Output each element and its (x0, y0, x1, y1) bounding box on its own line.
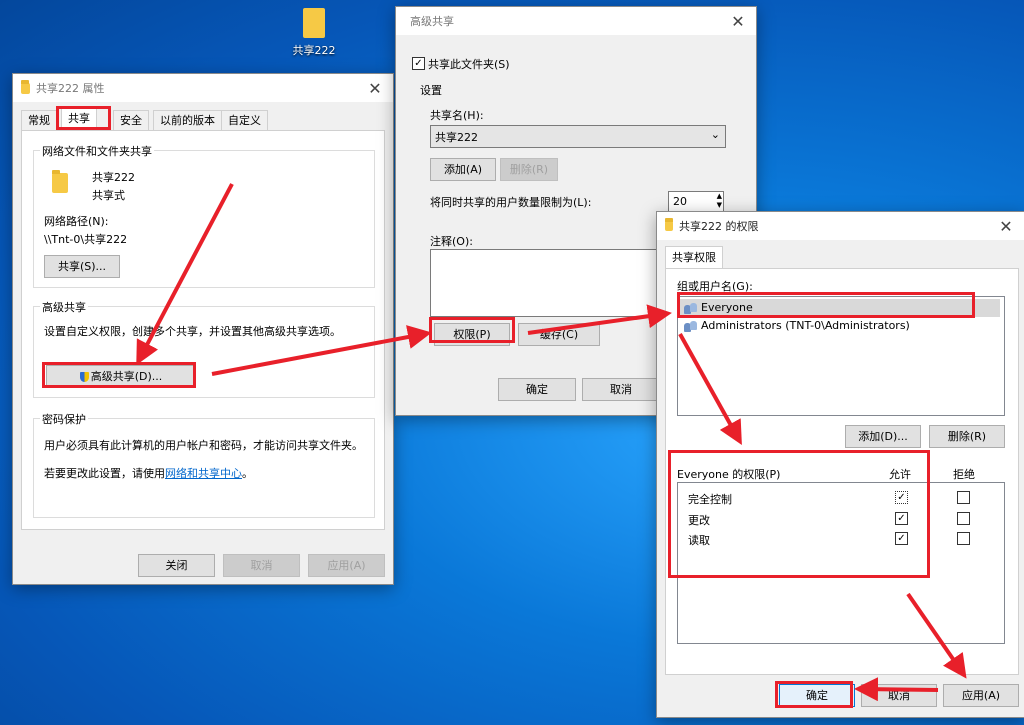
share-button[interactable]: 共享(S)... (44, 255, 120, 278)
tab-general[interactable]: 常规 (21, 110, 57, 131)
cancel-button[interactable]: 取消 (223, 554, 300, 577)
network-center-link[interactable]: 网络和共享中心 (165, 467, 242, 480)
share-name-select[interactable]: 共享222 ⌄ (430, 125, 726, 148)
deny-header: 拒绝 (953, 468, 975, 481)
share-name: 共享222 (92, 171, 135, 184)
highlight-sharing-tab (56, 106, 111, 130)
cache-button[interactable]: 缓存(C) (518, 323, 600, 346)
folder-icon (21, 79, 30, 94)
highlight-ok-button (775, 681, 853, 708)
password-desc: 用户必须具有此计算机的用户帐户和密码，才能访问共享文件夹。 (44, 439, 363, 452)
advanced-titlebar: 高级共享 ✕ (396, 7, 756, 35)
tab-previous-versions[interactable]: 以前的版本 (153, 110, 222, 131)
password-group-title: 密码保护 (40, 411, 88, 427)
close-icon[interactable]: ✕ (728, 12, 748, 31)
cancel-button[interactable]: 取消 (582, 378, 660, 401)
add-user-button[interactable]: 添加(D)... (845, 425, 921, 448)
permissions-title: 共享222 的权限 (679, 220, 759, 233)
list-item[interactable]: Administrators (TNT-0\Administrators) (680, 317, 1000, 335)
comment-label: 注释(O): (430, 235, 473, 248)
limit-value: 20 (673, 195, 687, 208)
highlight-permission-grid (668, 450, 930, 578)
share-folder-checkbox[interactable]: ✓ (412, 57, 425, 70)
highlight-everyone (677, 292, 975, 318)
apply-button[interactable]: 应用(A) (943, 684, 1019, 707)
net-path-label: 网络路径(N): (44, 215, 109, 228)
remove-share-button[interactable]: 删除(R) (500, 158, 558, 181)
remove-user-button[interactable]: 删除(R) (929, 425, 1005, 448)
user-administrators: Administrators (TNT-0\Administrators) (701, 319, 910, 332)
cancel-button[interactable]: 取消 (861, 684, 937, 707)
limit-label: 将同时共享的用户数量限制为(L): (430, 196, 592, 209)
network-share-group: 网络文件和文件夹共享 共享222 共享式 网络路径(N): \\Tnt-0\共享… (33, 143, 375, 288)
close-icon[interactable]: ✕ (365, 79, 385, 98)
advanced-group-title: 高级共享 (40, 299, 88, 315)
share-name-value: 共享222 (435, 131, 478, 144)
folder-icon (665, 218, 673, 231)
advanced-title: 高级共享 (410, 15, 454, 28)
user-limit-spinner[interactable]: 20 ▲ ▼ (668, 191, 724, 213)
folder-icon (303, 8, 325, 38)
desktop-folder-label: 共享222 (292, 44, 336, 57)
advanced-desc: 设置自定义权限，创建多个共享，并设置其他高级共享选项。 (44, 325, 341, 338)
share-name-label: 共享名(H): (430, 109, 484, 122)
close-icon[interactable]: ✕ (996, 217, 1016, 236)
close-button[interactable]: 关闭 (138, 554, 215, 577)
add-share-button[interactable]: 添加(A) (430, 158, 496, 181)
chevron-down-icon: ⌄ (710, 128, 720, 141)
password-change-prefix: 若要更改此设置，请使用 (44, 467, 165, 480)
properties-title: 共享222 属性 (36, 82, 105, 95)
deny-read-checkbox[interactable] (957, 532, 970, 545)
ok-button[interactable]: 确定 (498, 378, 576, 401)
settings-label: 设置 (420, 84, 442, 97)
network-group-title: 网络文件和文件夹共享 (40, 143, 154, 159)
deny-change-checkbox[interactable] (957, 512, 970, 525)
password-change-suffix: 。 (242, 467, 253, 480)
tab-security[interactable]: 安全 (113, 110, 149, 131)
folder-icon (52, 170, 68, 193)
permissions-titlebar: 共享222 的权限 ✕ (657, 212, 1024, 240)
highlight-advanced-button (42, 362, 196, 388)
password-change-text: 若要更改此设置，请使用网络和共享中心。 (44, 465, 253, 481)
highlight-permissions-button (429, 317, 515, 343)
spin-arrows-icon[interactable]: ▲ ▼ (717, 192, 722, 210)
deny-full-control-checkbox[interactable] (957, 491, 970, 504)
tab-customize[interactable]: 自定义 (221, 110, 268, 131)
desktop-folder[interactable]: 共享222 (290, 8, 338, 58)
share-state: 共享式 (92, 189, 125, 202)
share-folder-label: 共享此文件夹(S) (428, 58, 510, 71)
net-path: \\Tnt-0\共享222 (44, 233, 128, 246)
users-icon (684, 320, 698, 332)
apply-button[interactable]: 应用(A) (308, 554, 385, 577)
properties-titlebar: 共享222 属性 ✕ (13, 74, 393, 102)
password-protection-group: 密码保护 用户必须具有此计算机的用户帐户和密码，才能访问共享文件夹。 若要更改此… (33, 411, 375, 518)
properties-window: 共享222 属性 ✕ 常规 共享 安全 以前的版本 自定义 网络文件和文件夹共享… (12, 73, 394, 585)
tab-share-permissions[interactable]: 共享权限 (665, 246, 723, 269)
